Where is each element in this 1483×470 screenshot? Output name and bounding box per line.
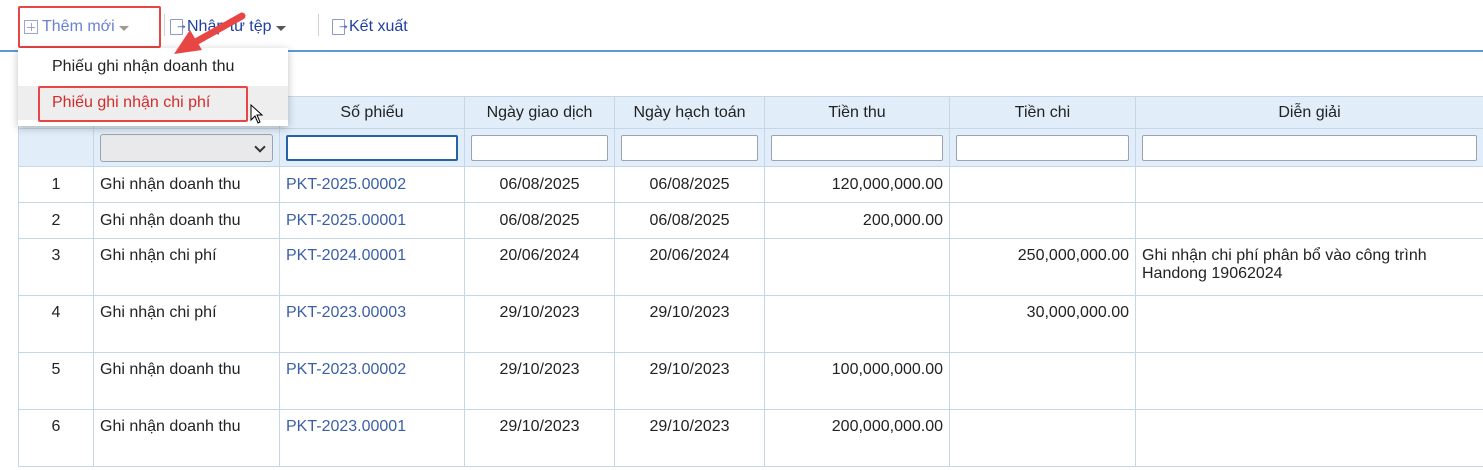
voucher-number-link[interactable]: PKT-2023.00002 <box>279 352 465 410</box>
row-index: 6 <box>18 409 94 467</box>
posting-date: 06/08/2025 <box>614 202 765 239</box>
expense-amount-filter-input[interactable] <box>956 134 1129 161</box>
filter-cell <box>18 128 94 167</box>
voucher-number-filter-input[interactable] <box>286 134 458 161</box>
transaction-date: 06/08/2025 <box>464 166 615 203</box>
filter-cell <box>93 128 280 167</box>
table-row[interactable]: 3 Ghi nhận chi phí PKT-2024.00001 20/06/… <box>18 238 1483 296</box>
receipt-amount <box>764 238 950 296</box>
receipt-amount: 200,000,000.00 <box>764 409 950 467</box>
posting-date: 06/08/2025 <box>614 166 765 203</box>
row-index: 5 <box>18 352 94 410</box>
annotation-arrow-icon <box>174 12 246 54</box>
receipt-amount: 200,000.00 <box>764 202 950 239</box>
table-row[interactable]: 1 Ghi nhận doanh thu PKT-2025.00002 06/0… <box>18 166 1483 203</box>
table-row[interactable]: 4 Ghi nhận chi phí PKT-2023.00003 29/10/… <box>18 295 1483 353</box>
voucher-type: Ghi nhận chi phí <box>93 295 280 353</box>
expense-amount <box>949 166 1136 203</box>
voucher-table: Số phiếu Ngày giao dịch Ngày hạch toán T… <box>18 96 1483 467</box>
table-row[interactable]: 5 Ghi nhận doanh thu PKT-2023.00002 29/1… <box>18 352 1483 410</box>
filter-cell <box>1135 128 1483 167</box>
description-filter-input[interactable] <box>1142 134 1477 161</box>
row-index: 4 <box>18 295 94 353</box>
add-button-highlight <box>18 6 161 48</box>
column-header[interactable]: Tiền chi <box>949 96 1136 129</box>
transaction-date: 29/10/2023 <box>464 352 615 410</box>
voucher-number-link[interactable]: PKT-2024.00001 <box>279 238 465 296</box>
transaction-date: 29/10/2023 <box>464 295 615 353</box>
posting-date: 29/10/2023 <box>614 295 765 353</box>
expense-amount: 250,000,000.00 <box>949 238 1136 296</box>
export-file-icon <box>332 17 350 35</box>
posting-date: 29/10/2023 <box>614 409 765 467</box>
type-filter-select[interactable] <box>100 133 273 162</box>
posting-date-filter-input[interactable] <box>621 134 758 161</box>
expense-amount: 30,000,000.00 <box>949 295 1136 353</box>
voucher-type: Ghi nhận doanh thu <box>93 409 280 467</box>
column-header[interactable]: Tiền thu <box>764 96 950 129</box>
receipt-amount: 120,000,000.00 <box>764 166 950 203</box>
transaction-date: 29/10/2023 <box>464 409 615 467</box>
receipt-amount-filter-input[interactable] <box>771 134 943 161</box>
voucher-type: Ghi nhận doanh thu <box>93 166 280 203</box>
expense-amount <box>949 202 1136 239</box>
receipt-amount <box>764 295 950 353</box>
column-header[interactable]: Số phiếu <box>279 96 465 129</box>
table-row[interactable]: 2 Ghi nhận doanh thu PKT-2025.00001 06/0… <box>18 202 1483 239</box>
table-row[interactable]: 6 Ghi nhận doanh thu PKT-2023.00001 29/1… <box>18 409 1483 467</box>
expense-amount <box>949 409 1136 467</box>
description <box>1135 352 1483 410</box>
filter-row <box>18 128 1483 167</box>
voucher-type: Ghi nhận doanh thu <box>93 352 280 410</box>
column-header[interactable]: Diễn giải <box>1135 96 1483 129</box>
voucher-number-link[interactable]: PKT-2023.00001 <box>279 409 465 467</box>
voucher-type: Ghi nhận chi phí <box>93 238 280 296</box>
column-header[interactable]: Ngày hạch toán <box>614 96 765 129</box>
expense-amount <box>949 352 1136 410</box>
filter-cell <box>464 128 615 167</box>
row-index: 3 <box>18 238 94 296</box>
description <box>1135 166 1483 203</box>
filter-cell <box>764 128 950 167</box>
voucher-type: Ghi nhận doanh thu <box>93 202 280 239</box>
voucher-number-link[interactable]: PKT-2025.00002 <box>279 166 465 203</box>
filter-cell <box>949 128 1136 167</box>
export-label: Kết xuất <box>349 18 408 35</box>
receipt-amount: 100,000,000.00 <box>764 352 950 410</box>
description <box>1135 295 1483 353</box>
row-index: 2 <box>18 202 94 239</box>
toolbar-separator <box>164 14 165 36</box>
filter-cell <box>614 128 765 167</box>
column-header[interactable]: Ngày giao dịch <box>464 96 615 129</box>
row-index: 1 <box>18 166 94 203</box>
transaction-date: 20/06/2024 <box>464 238 615 296</box>
description <box>1135 409 1483 467</box>
transaction-date-filter-input[interactable] <box>471 134 608 161</box>
description: Ghi nhận chi phí phân bổ vào công trình … <box>1135 238 1483 296</box>
export-button[interactable]: Kết xuất <box>332 14 408 40</box>
posting-date: 29/10/2023 <box>614 352 765 410</box>
posting-date: 20/06/2024 <box>614 238 765 296</box>
description <box>1135 202 1483 239</box>
mouse-cursor-icon <box>250 104 264 124</box>
caret-down-icon <box>275 25 286 31</box>
voucher-number-link[interactable]: PKT-2023.00003 <box>279 295 465 353</box>
voucher-number-link[interactable]: PKT-2025.00001 <box>279 202 465 239</box>
transaction-date: 06/08/2025 <box>464 202 615 239</box>
expense-item-highlight <box>38 86 248 122</box>
toolbar-separator <box>318 14 319 36</box>
filter-cell <box>279 128 465 167</box>
